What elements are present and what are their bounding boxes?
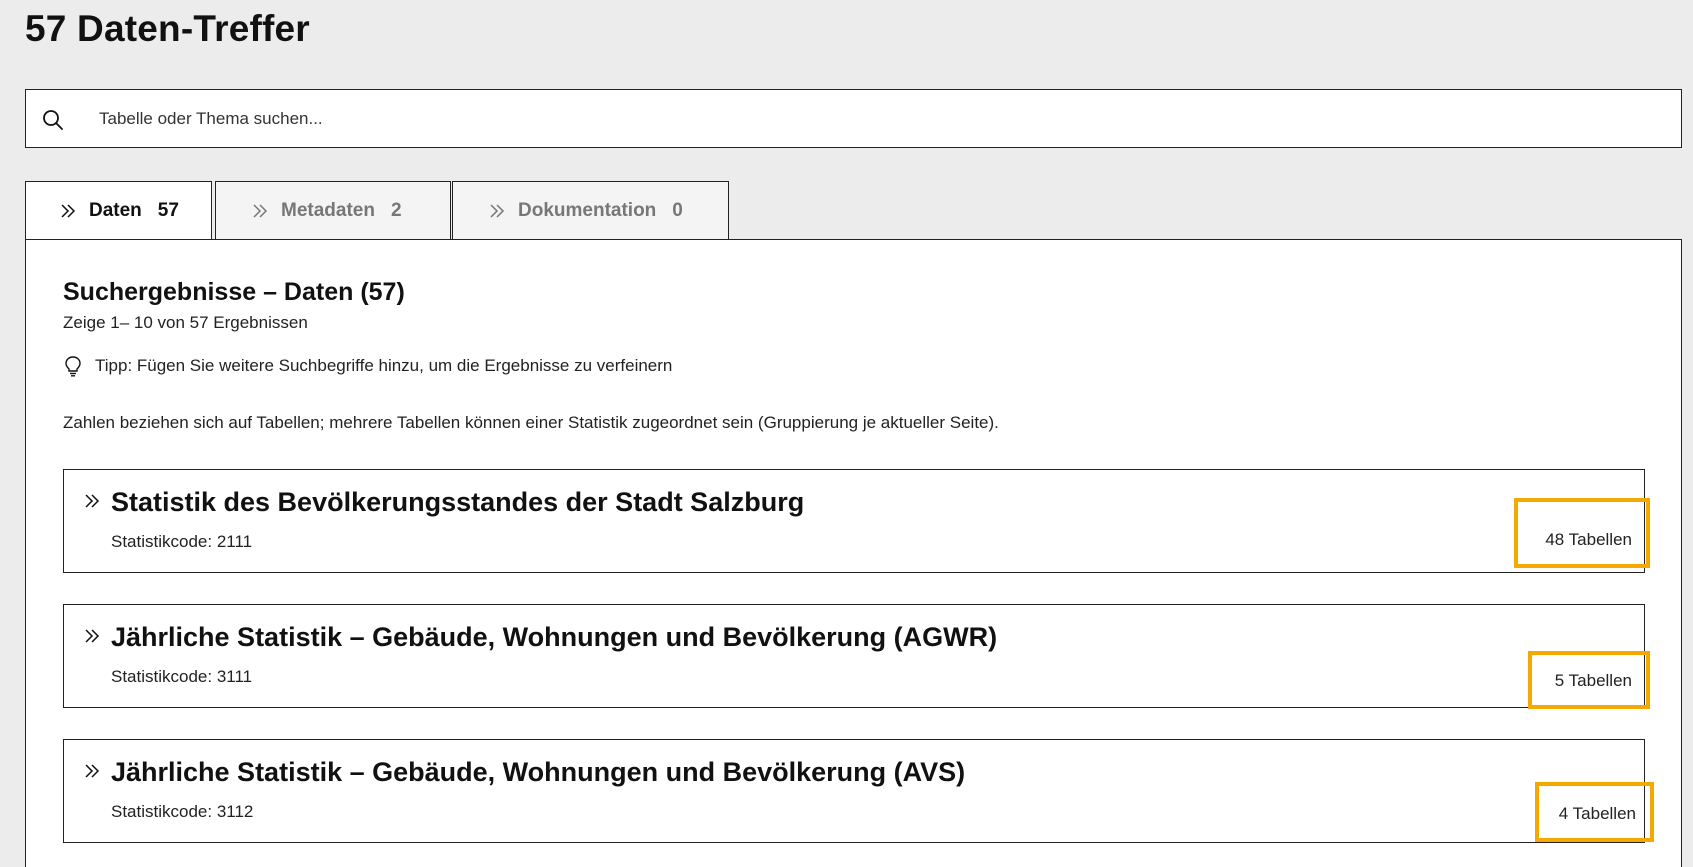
tab-dokumentation[interactable]: Dokumentation 0 <box>452 181 729 240</box>
grouping-note: Zahlen beziehen sich auf Tabellen; mehre… <box>63 413 999 432</box>
result-card[interactable]: Jährliche Statistik – Gebäude, Wohnungen… <box>63 604 1650 709</box>
tab-daten[interactable]: Daten 57 <box>25 181 212 240</box>
table-count: 48 Tabellen <box>1545 530 1632 549</box>
tab-count: 57 <box>157 200 179 221</box>
result-card[interactable]: Jährliche Statistik – Gebäude, Wohnungen… <box>63 739 1654 843</box>
table-count: 5 Tabellen <box>1554 671 1632 690</box>
search-box[interactable] <box>25 89 1682 148</box>
chevron-double-right-icon <box>85 764 100 778</box>
tab-count: 0 <box>672 199 683 221</box>
chevron-double-right-icon <box>61 204 76 218</box>
statistik-code: Statistikcode: 3111 <box>111 667 253 686</box>
search-icon <box>43 110 63 130</box>
chevron-double-right-icon <box>85 494 100 508</box>
results-heading: Suchergebnisse – Daten (57) <box>63 278 405 306</box>
page-title: 57 Daten-Treffer <box>25 8 310 49</box>
result-title[interactable]: Statistik des Bevölkerungsstandes der St… <box>111 487 804 518</box>
tab-label: Dokumentation <box>518 199 657 221</box>
table-count-badge: 48 Tabellen <box>1514 498 1650 568</box>
statistik-code: Statistikcode: 2111 <box>111 532 253 551</box>
tab-count: 2 <box>390 199 402 221</box>
chevron-double-right-icon <box>253 203 268 218</box>
statistik-code: Statistikcode: 3112 <box>111 802 254 821</box>
search-tip: Tipp: Fügen Sie weitere Suchbegriffe hin… <box>63 355 672 377</box>
tip-text: Tipp: Fügen Sie weitere Suchbegriffe hin… <box>95 356 673 375</box>
table-count-badge: 4 Tabellen <box>1535 782 1654 842</box>
table-count-badge: 5 Tabellen <box>1528 651 1650 709</box>
chevron-double-right-icon <box>85 629 100 643</box>
tab-metadaten[interactable]: Metadaten 2 <box>215 181 451 240</box>
result-title[interactable]: Jährliche Statistik – Gebäude, Wohnungen… <box>111 622 997 653</box>
results-panel: Suchergebnisse – Daten (57) Zeige 1– 10 … <box>25 239 1682 867</box>
table-count: 4 Tabellen <box>1558 804 1636 823</box>
chevron-double-right-icon <box>490 203 505 218</box>
result-card[interactable]: Statistik des Bevölkerungsstandes der St… <box>63 469 1650 573</box>
search-input[interactable] <box>99 104 1659 134</box>
result-title[interactable]: Jährliche Statistik – Gebäude, Wohnungen… <box>111 757 965 788</box>
tab-label: Daten <box>89 200 142 221</box>
results-range: Zeige 1– 10 von 57 Ergebnissen <box>63 313 308 332</box>
tab-label: Metadaten <box>281 199 375 221</box>
lightbulb-icon <box>65 356 81 377</box>
